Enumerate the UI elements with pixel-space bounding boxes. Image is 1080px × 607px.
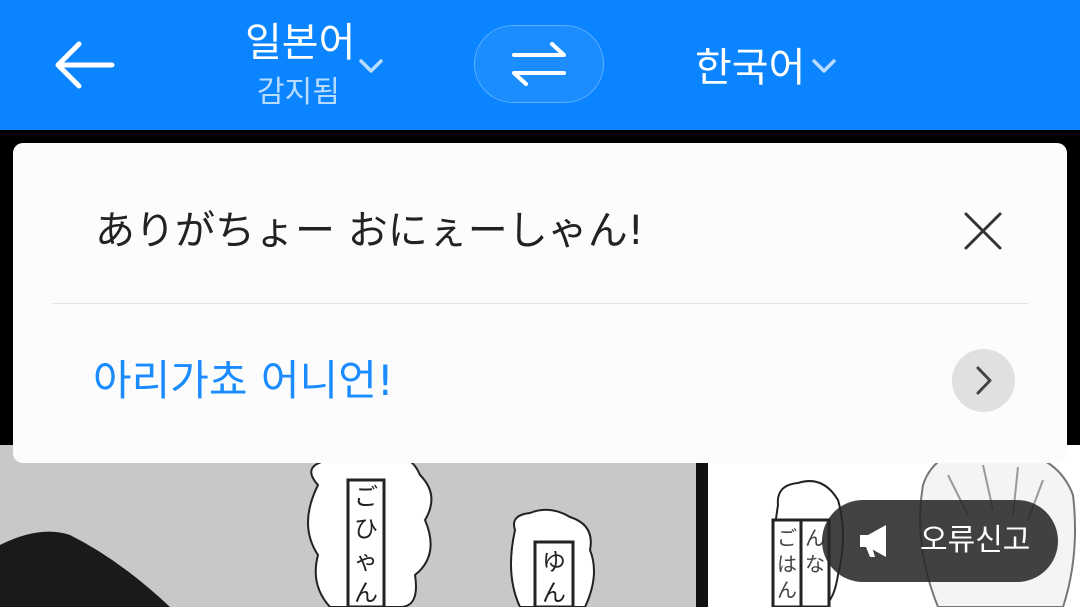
card-divider [53,303,1028,304]
svg-text:ゃ: ゃ [354,547,378,575]
svg-text:ん: ん [777,578,797,602]
target-language-selector[interactable]: 한국어 [695,38,855,98]
back-button[interactable] [50,36,120,96]
detected-label: 감지됨 [257,75,340,110]
clear-button[interactable] [958,206,1008,256]
arrow-left-icon [55,41,115,89]
chevron-right-icon [976,366,992,395]
svg-text:は: は [777,552,797,576]
source-language-label: 일본어 [245,20,356,66]
svg-text:ん: ん [354,579,378,607]
close-icon [964,212,1002,250]
svg-text:ひ: ひ [354,515,378,543]
svg-text:ん: ん [542,579,566,607]
svg-text:ご: ご [777,526,797,550]
swap-languages-button[interactable] [474,25,604,103]
svg-text:な: な [805,552,825,576]
source-text[interactable]: ありがちょー おにぇーしゃん! [95,203,644,259]
translated-text[interactable]: 아리가쵸 어니언! [93,353,394,409]
translation-card: ありがちょー おにぇーしゃん! 아리가쵸 어니언! [13,143,1067,463]
chevron-down-icon [812,59,836,73]
svg-text:ゆ: ゆ [542,548,566,576]
swap-arrows-icon [511,41,566,86]
panel-divider [696,445,708,607]
target-language-label: 한국어 [695,45,806,91]
report-error-button[interactable]: 오류신고 [822,500,1058,582]
megaphone-icon [860,525,886,557]
source-language-selector[interactable]: 일본어 감지됨 [240,18,390,118]
view-detail-button[interactable] [952,349,1015,412]
chevron-down-icon [359,59,383,73]
svg-text:ご: ご [354,483,378,511]
report-error-label: 오류신고 [920,523,1031,558]
app-header: 일본어 감지됨 한국어 [0,0,1080,130]
